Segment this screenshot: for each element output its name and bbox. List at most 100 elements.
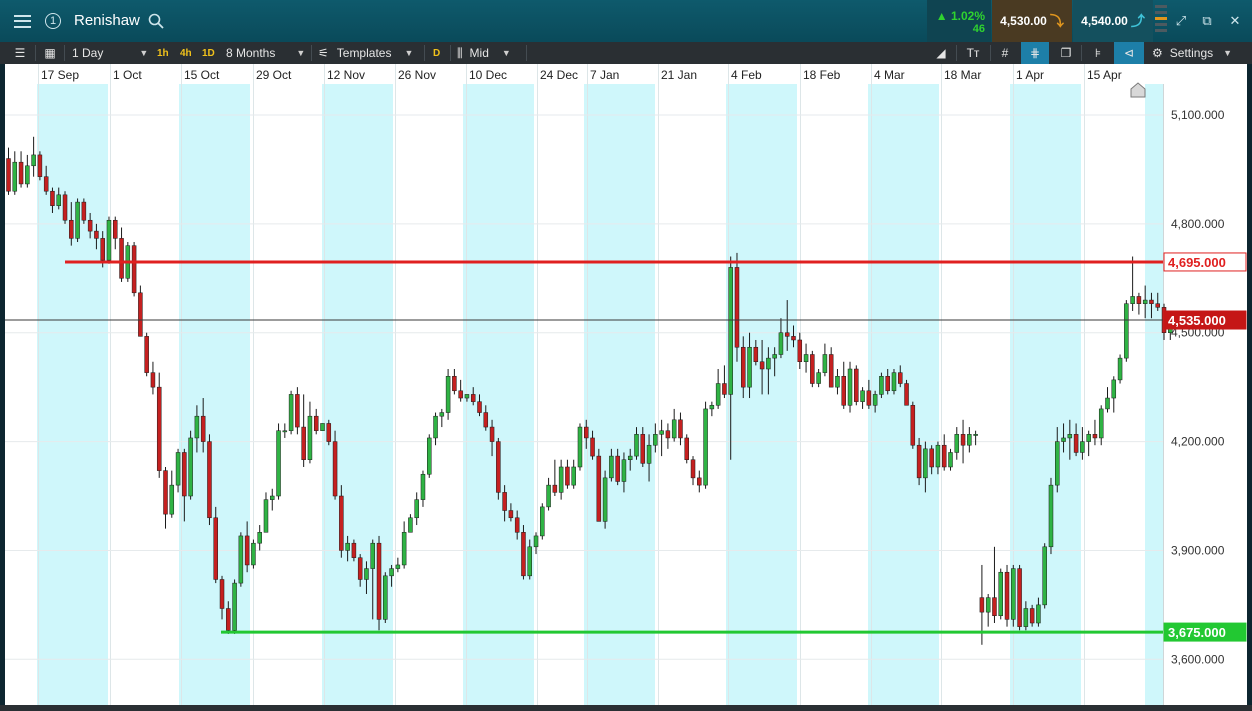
candle-body [6,158,11,192]
layout-icon: ▦ [44,46,56,60]
bar-style-button[interactable]: ⊧ [1088,42,1108,64]
settings-label: Settings [1169,46,1214,60]
interval-select[interactable]: 1 Day ▼ [72,42,148,64]
candle-body [910,405,916,446]
candle-body [200,415,206,442]
sell-button[interactable]: 4,530.00 ⤵ [992,0,1072,42]
candle-body [929,448,934,468]
layers-icon: ❐ [1060,46,1072,60]
interval-4h-button[interactable]: 4h [180,42,192,64]
crosshair-button[interactable]: ⋕ [1021,42,1049,64]
text-button[interactable]: Tт [962,42,984,64]
interval-1h-button[interactable]: 1h [157,42,169,64]
candle-body [169,484,175,515]
candle-body [219,579,225,609]
search-button[interactable] [146,0,166,42]
trendline-button[interactable]: ◢ [932,42,950,64]
candle-body [1124,303,1129,359]
candle-body [577,426,583,468]
price-type-select[interactable]: ⫼ Mid ▼ [457,42,511,64]
candle-body [941,444,947,468]
candle-body [175,452,181,486]
close-button[interactable]: ✕ [1226,12,1244,30]
price-tick-label: 3,600.000 [1171,652,1225,666]
candle-body [464,394,470,399]
candle-body [923,448,928,479]
candle-body [1142,299,1148,304]
date-label: 4 Mar [874,68,905,82]
interval-1d-button[interactable]: 1D [202,42,215,64]
layers-button[interactable]: ❐ [1056,42,1076,64]
candle-body [483,412,489,428]
chart-area[interactable]: 17 Sep 1 Oct 15 Oct 29 Oct 12 Nov 26 Nov 10 De… [5,64,1247,705]
candle-body [395,564,401,569]
bar-style-icon: ⊧ [1094,46,1102,60]
link-button[interactable]: 1 [42,0,64,42]
candle-body [213,517,218,580]
candle-body [546,484,551,508]
candle-body [31,154,36,167]
settings-button[interactable]: ⚙ Settings ▼ [1152,42,1232,64]
candle-body [1061,437,1066,442]
candle-body [1048,484,1054,548]
candle-body [238,535,244,584]
candle-body [690,459,696,479]
template-icon: ⚟ [318,46,329,60]
layout-button[interactable]: ▦ [41,42,59,64]
candle-body [860,390,865,402]
candle-body [1086,434,1091,442]
candle-body [571,466,576,486]
expand-button[interactable]: ⤢ [1172,12,1190,30]
templates-select[interactable]: ⚟ Templates ▼ [318,42,413,64]
candle-body [1105,397,1110,410]
menu-button[interactable] [6,0,38,42]
candle-body [1055,441,1060,486]
candle-body [282,430,288,433]
templates-label: Templates [336,46,392,60]
grid-button[interactable]: # [996,42,1014,64]
marker-button[interactable]: ⊲ [1114,42,1144,64]
candle-body [458,390,463,399]
candle-body [69,219,74,239]
candle-body [885,376,890,392]
candle-body [778,332,784,355]
candle-body [810,354,815,384]
panel-button[interactable]: ☰ [11,42,29,64]
instrument-name[interactable]: Renishaw [74,12,140,29]
range-select[interactable]: 8 Months ▼ [226,42,305,64]
candle-body [163,470,168,515]
candle-body [439,412,445,417]
price-tick-label: 5,100.000 [1171,108,1225,122]
candle-body [552,484,558,493]
candle-body [741,346,746,388]
candle-body [684,437,689,460]
buy-button[interactable]: 4,540.00 ⤴ [1073,0,1153,42]
candlestick-chart[interactable]: 17 Sep 1 Oct 15 Oct 29 Oct 12 Nov 26 Nov 10 De… [5,64,1247,705]
panel-icon: ☰ [14,46,26,60]
candle-body [967,434,972,446]
candle-body [734,267,740,348]
candle-body [602,477,608,522]
bottom-border [0,705,1252,711]
candle-body [1117,357,1123,381]
candle-body [270,495,275,500]
candle-body [640,434,646,464]
candle-body [43,176,49,192]
candle-body [985,597,991,613]
price-level-icon[interactable] [1155,5,1167,37]
text-icon: Tт [966,46,980,60]
candle-body [898,372,903,384]
candle-body [653,434,658,446]
candle-body [138,292,143,337]
candle-body [119,238,124,279]
candle-body [156,386,162,471]
candle-body [1073,434,1079,453]
popout-button[interactable]: ⧉ [1198,12,1216,30]
candle-body [772,354,777,359]
candle-body [150,372,156,388]
candle-body [828,354,834,388]
d-button[interactable]: D [433,42,440,64]
date-label: 26 Nov [398,68,436,82]
candle-body [263,499,269,533]
candle-body [332,441,338,497]
